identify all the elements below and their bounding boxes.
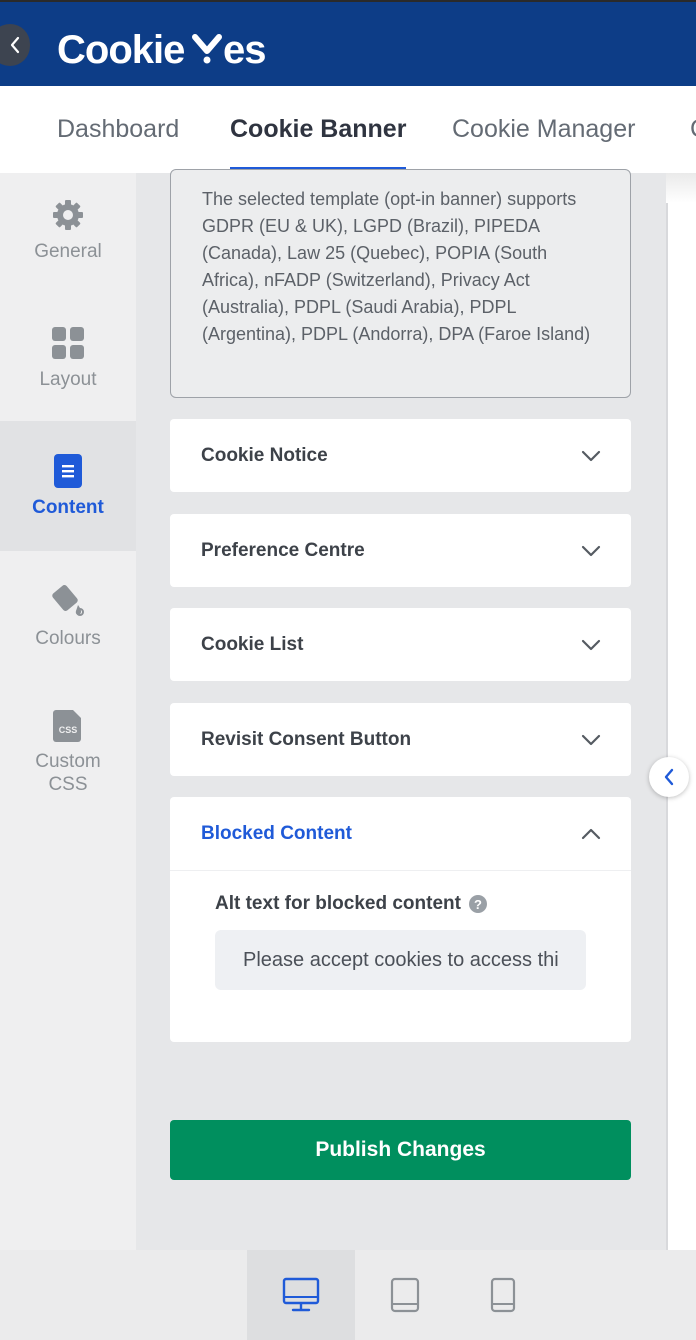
- device-desktop-button[interactable]: [247, 1250, 355, 1340]
- section-title: Revisit Consent Button: [201, 728, 412, 750]
- svg-text:Cookie: Cookie: [57, 28, 184, 69]
- top-tabs: Dashboard Cookie Banner Cookie Manager C: [0, 86, 696, 173]
- paint-bucket-icon: [52, 585, 84, 616]
- tab-dashboard[interactable]: Dashboard: [57, 86, 179, 173]
- tab-overflow[interactable]: C: [690, 86, 696, 173]
- chevron-down-icon: [581, 639, 601, 650]
- section-revisit-consent-button[interactable]: Revisit Consent Button: [170, 703, 631, 776]
- sidebar-item-label: Layout: [39, 369, 97, 390]
- section-header[interactable]: Revisit Consent Button: [170, 703, 631, 776]
- section-cookie-list[interactable]: Cookie List: [170, 608, 631, 681]
- section-title: Cookie List: [201, 633, 304, 655]
- chevron-down-icon: [581, 545, 601, 556]
- section-title: Preference Centre: [201, 539, 365, 561]
- sidebar-item-label: General: [34, 241, 102, 262]
- section-preference-centre[interactable]: Preference Centre: [170, 514, 631, 587]
- app-header: Cookie es: [0, 0, 696, 86]
- sidebar-item-layout[interactable]: Layout: [0, 326, 136, 426]
- content-panel: The selected template (opt-in banner) su…: [136, 169, 666, 1250]
- chevron-down-icon: [581, 734, 601, 745]
- section-header[interactable]: Blocked Content: [170, 797, 631, 870]
- alt-text-input[interactable]: [215, 930, 586, 990]
- section-title: Blocked Content: [201, 822, 352, 844]
- preview-area: [666, 173, 696, 1250]
- tab-cookie-banner[interactable]: Cookie Banner: [230, 86, 407, 173]
- device-tablet-button[interactable]: [355, 1250, 455, 1340]
- svg-text:CSS: CSS: [59, 725, 78, 735]
- sidebar-item-label: Custom CSS: [35, 751, 101, 795]
- section-header[interactable]: Preference Centre: [170, 514, 631, 587]
- section-title: Cookie Notice: [201, 444, 328, 466]
- device-mobile-button[interactable]: [455, 1250, 550, 1340]
- svg-text:es: es: [223, 28, 266, 69]
- section-cookie-notice[interactable]: Cookie Notice: [170, 419, 631, 492]
- sidebar-item-content[interactable]: Content: [0, 421, 136, 551]
- help-icon[interactable]: ?: [468, 895, 487, 913]
- collapse-panel-button[interactable]: [649, 757, 689, 797]
- sidebar-item-label: Content: [32, 497, 104, 518]
- alt-text-label: Alt text for blocked content ?: [215, 893, 586, 915]
- section-header[interactable]: Cookie Notice: [170, 419, 631, 492]
- sidebar-item-custom-css[interactable]: CSS Custom CSS: [0, 710, 136, 840]
- back-button[interactable]: [0, 24, 30, 66]
- tablet-icon: [390, 1277, 420, 1313]
- sidebar-item-colours[interactable]: Colours: [0, 583, 136, 683]
- desktop-icon: [282, 1277, 320, 1312]
- publish-changes-button[interactable]: Publish Changes: [170, 1120, 631, 1180]
- tab-cookie-manager[interactable]: Cookie Manager: [452, 86, 635, 173]
- cookieyes-logo: Cookie es: [57, 25, 287, 69]
- template-info: The selected template (opt-in banner) su…: [170, 169, 631, 398]
- section-body: Alt text for blocked content ?: [170, 870, 631, 1042]
- section-blocked-content[interactable]: Blocked Content Alt text for blocked con…: [170, 797, 631, 1042]
- chevron-left-icon: [664, 768, 674, 786]
- sidebar-item-label: Colours: [35, 628, 101, 649]
- chevron-down-icon: [581, 450, 601, 461]
- chevron-up-icon: [581, 828, 601, 839]
- device-preview-bar: [0, 1250, 696, 1340]
- sidebar-item-general[interactable]: General: [0, 198, 136, 298]
- gear-icon: [53, 200, 83, 230]
- sidebar: General Layout Content Colours CSS Custo…: [0, 173, 136, 1250]
- chevron-left-icon: [10, 36, 20, 54]
- document-icon: [54, 454, 82, 488]
- section-header[interactable]: Cookie List: [170, 608, 631, 681]
- grid-icon: [52, 327, 84, 359]
- mobile-icon: [490, 1277, 515, 1313]
- preview-area-shadow: [666, 173, 696, 203]
- alt-text-label-text: Alt text for blocked content: [215, 893, 461, 914]
- css-file-icon: CSS: [53, 710, 81, 742]
